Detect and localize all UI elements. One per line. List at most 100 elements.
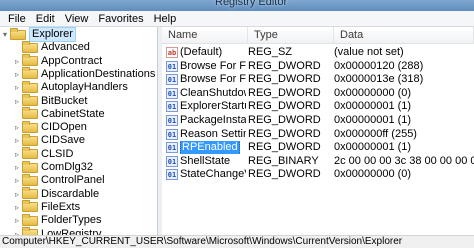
expand-arrow-icon[interactable]: ▹ bbox=[12, 176, 22, 185]
value-row[interactable]: 01 RPEnabled REG_DWORD 0x00000001 (1) bbox=[162, 141, 474, 155]
expand-arrow-icon[interactable]: ▹ bbox=[12, 123, 22, 132]
value-name-cell: 01Browse For Fold... bbox=[166, 60, 246, 73]
tree-item[interactable]: ▹ ApplicationDestinations bbox=[12, 67, 155, 81]
title-bar: Registry Editor bbox=[0, 0, 474, 11]
value-name: RPEnabled bbox=[180, 141, 240, 155]
value-type: REG_DWORD bbox=[248, 114, 321, 126]
folder-icon bbox=[22, 80, 38, 93]
expand-arrow-icon[interactable]: ▹ bbox=[12, 97, 22, 106]
value-row[interactable]: 01 ShellState REG_BINARY 2c 00 00 00 3c 38 … bbox=[162, 155, 474, 168]
column-header-name[interactable]: Name bbox=[162, 27, 248, 44]
tree-item[interactable]: CabinetState bbox=[12, 107, 105, 121]
expand-arrow-icon[interactable]: ▹ bbox=[12, 70, 22, 79]
folder-icon bbox=[22, 94, 38, 106]
tree-item[interactable]: ▹ CIDSave bbox=[12, 133, 86, 147]
tree-item[interactable]: ▹ CIDOpen bbox=[12, 120, 87, 134]
expand-arrow-icon[interactable]: ▹ bbox=[12, 57, 22, 66]
tree-item-label: CIDSave bbox=[41, 134, 86, 147]
tree-item[interactable]: ▹ ComDlg32 bbox=[12, 160, 93, 174]
value-type: REG_DWORD bbox=[248, 73, 321, 86]
folder-icon bbox=[22, 213, 38, 226]
value-row[interactable]: 01Browse For Fold...REG_DWORD 0x0000013e … bbox=[162, 73, 474, 86]
tree-item[interactable]: ▹ BitBucket bbox=[12, 94, 87, 108]
expand-arrow-icon[interactable]: ▹ bbox=[12, 216, 22, 225]
tree-item-label: CabinetState bbox=[41, 107, 105, 120]
tree-item[interactable]: ▹ FolderTypes bbox=[12, 213, 102, 227]
value-list-pane[interactable]: Name Type Data ab (Default) REG_SZ (value n… bbox=[162, 27, 474, 235]
folder-icon bbox=[10, 27, 26, 40]
value-type: REG_DWORD bbox=[248, 141, 321, 154]
value-row[interactable]: 01StateChangeVer...REG_DWORD 0x00000000 (… bbox=[162, 168, 474, 181]
tree-item[interactable]: ▹ Discardable bbox=[12, 187, 99, 201]
value-row[interactable]: ab (Default) REG_SZ (value not set) bbox=[162, 46, 474, 59]
tree-item[interactable]: ▹ LowRegistry bbox=[12, 227, 102, 236]
expand-arrow-icon[interactable]: ▹ bbox=[12, 163, 22, 172]
value-name-cell: 01 RPEnabled bbox=[166, 141, 246, 155]
folder-icon bbox=[22, 147, 38, 160]
tree-item[interactable]: ▹ AppContract bbox=[12, 54, 103, 68]
expand-arrow-icon[interactable]: ▹ bbox=[12, 83, 22, 92]
value-name: Reason Setting bbox=[180, 127, 246, 140]
value-row[interactable]: 01ExplorerStartupT...REG_DWORD 0x00000001… bbox=[162, 100, 474, 113]
tree-item-label: AutoplayHandlers bbox=[41, 81, 128, 94]
expand-arrow-icon[interactable]: ▹ bbox=[12, 190, 22, 199]
value-type: REG_DWORD bbox=[248, 127, 321, 140]
tree-item[interactable]: Advanced bbox=[12, 40, 90, 54]
value-name-cell: 01PackageInstallat... bbox=[166, 114, 246, 127]
column-header-type[interactable]: Type bbox=[248, 27, 334, 44]
tree-item[interactable]: ▹ FileExts bbox=[12, 200, 80, 214]
tree-item-label: FolderTypes bbox=[41, 214, 102, 227]
value-data: 0x00000120 (288) bbox=[334, 59, 424, 72]
value-name: PackageInstallat... bbox=[180, 114, 246, 126]
value-type: REG_DWORD bbox=[248, 168, 321, 181]
menu-help[interactable]: Help bbox=[149, 12, 182, 26]
folder-icon bbox=[22, 160, 38, 173]
menu-view[interactable]: View bbox=[60, 12, 94, 26]
expand-arrow-icon[interactable]: ▹ bbox=[12, 150, 22, 159]
value-type: REG_DWORD bbox=[248, 86, 321, 99]
tree-item-label: CLSID bbox=[41, 147, 74, 160]
value-row[interactable]: 01PackageInstallat...REG_DWORD 0x00000001… bbox=[162, 114, 474, 127]
value-type: REG_BINARY bbox=[248, 154, 319, 167]
value-type: REG_SZ bbox=[248, 46, 293, 58]
menu-edit[interactable]: Edit bbox=[31, 12, 60, 26]
value-data: 0x00000001 (1) bbox=[334, 114, 412, 126]
expand-arrow-icon[interactable]: ▹ bbox=[12, 136, 22, 145]
value-name: (Default) bbox=[180, 46, 223, 58]
tree-item[interactable]: ▹ ControlPanel bbox=[12, 173, 105, 187]
value-data: 0x00000001 (1) bbox=[334, 141, 412, 154]
expand-arrow-icon[interactable]: ▾ bbox=[0, 30, 10, 39]
column-header-data[interactable]: Data bbox=[334, 27, 474, 44]
menu-bar: File Edit View Favorites Help bbox=[0, 11, 474, 27]
menu-favorites[interactable]: Favorites bbox=[93, 12, 148, 26]
value-data: 0x0000013e (318) bbox=[334, 73, 424, 86]
dword-value-icon: 01 bbox=[166, 87, 178, 99]
value-name-cell: ab (Default) bbox=[166, 46, 246, 59]
tree-item-label: ComDlg32 bbox=[41, 161, 93, 173]
value-row[interactable]: 01Reason SettingREG_DWORD 0x000000ff (255… bbox=[162, 128, 474, 141]
window-title: Registry Editor bbox=[215, 0, 288, 8]
tree-item-label: AppContract bbox=[41, 54, 103, 67]
key-tree-pane[interactable]: ▾ Explorer Advanced ▹ AppContract ▹ Applicatio… bbox=[0, 27, 158, 235]
status-path: Computer\HKEY_CURRENT_USER\Software\Micr… bbox=[2, 236, 403, 247]
value-data: 0x00000001 (1) bbox=[334, 100, 412, 113]
tree-item[interactable]: ▹ CLSID bbox=[12, 147, 74, 161]
value-name-cell: 01 ShellState bbox=[166, 155, 246, 168]
dword-value-icon: 01 bbox=[166, 74, 178, 86]
tree-item[interactable]: ▾ Explorer bbox=[0, 27, 76, 42]
value-name-cell: 01Browse For Fold... bbox=[166, 73, 246, 86]
value-type: REG_DWORD bbox=[248, 59, 321, 72]
value-row[interactable]: 01Browse For Fold...REG_DWORD 0x00000120 … bbox=[162, 60, 474, 73]
value-row[interactable]: 01CleanShutdownREG_DWORD 0x00000000 (0) bbox=[162, 87, 474, 100]
value-name-cell: 01ExplorerStartupT... bbox=[166, 100, 246, 113]
dword-value-icon: 01 bbox=[166, 115, 178, 126]
value-data: 0x00000000 (0) bbox=[334, 168, 412, 181]
expand-arrow-icon[interactable]: ▹ bbox=[12, 203, 22, 212]
tree-item-label: LowRegistry bbox=[41, 227, 102, 236]
value-type: REG_DWORD bbox=[248, 100, 321, 113]
value-name: ShellState bbox=[180, 154, 231, 167]
tree-item[interactable]: ▹ AutoplayHandlers bbox=[12, 80, 128, 94]
folder-icon bbox=[22, 200, 38, 213]
tree-item-label: CIDOpen bbox=[41, 121, 87, 134]
menu-file[interactable]: File bbox=[0, 12, 31, 26]
